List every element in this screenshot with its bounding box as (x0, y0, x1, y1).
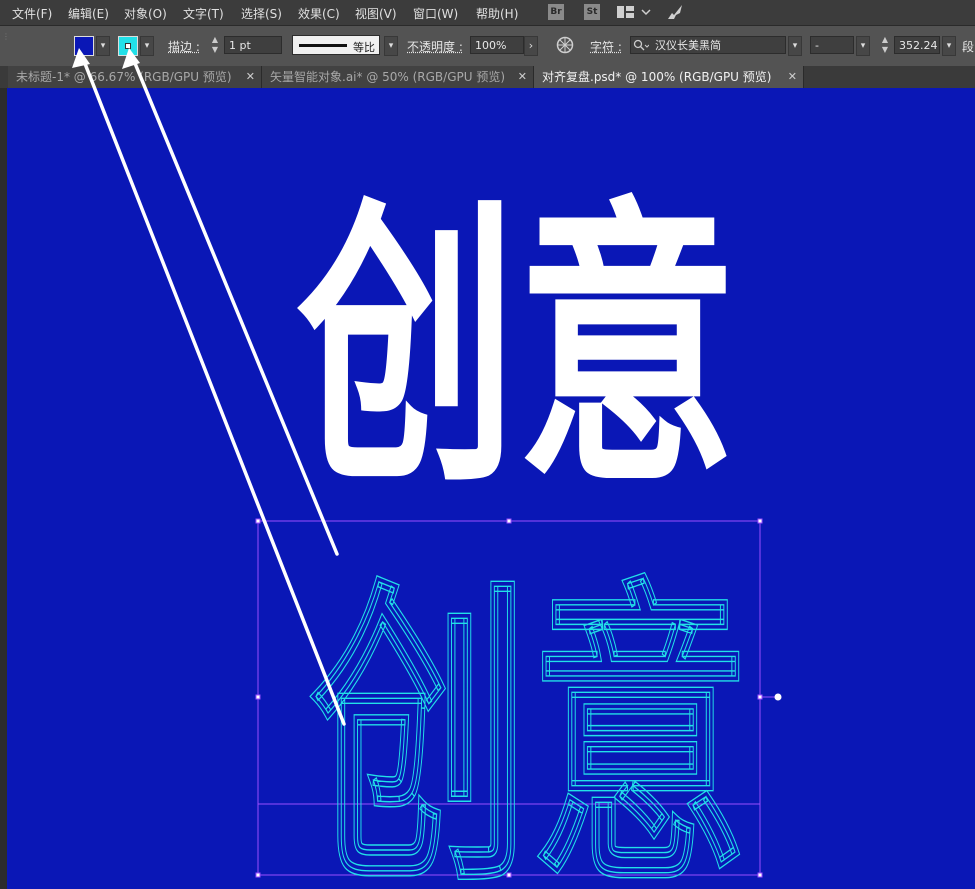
handle-top-right[interactable] (757, 518, 763, 524)
handle-top-left[interactable] (255, 518, 261, 524)
outline-headline[interactable]: 创意 (309, 553, 750, 889)
solid-headline[interactable]: 创意 (297, 174, 737, 523)
handle-bottom-right[interactable] (757, 872, 763, 878)
handle-middle-right[interactable] (757, 694, 763, 700)
artwork-layer: 创意 创意 (72, 48, 782, 889)
handle-middle-left[interactable] (255, 694, 261, 700)
handle-bottom-left[interactable] (255, 872, 261, 878)
text-overflow-port[interactable] (774, 693, 782, 701)
handle-top-center[interactable] (506, 518, 512, 524)
